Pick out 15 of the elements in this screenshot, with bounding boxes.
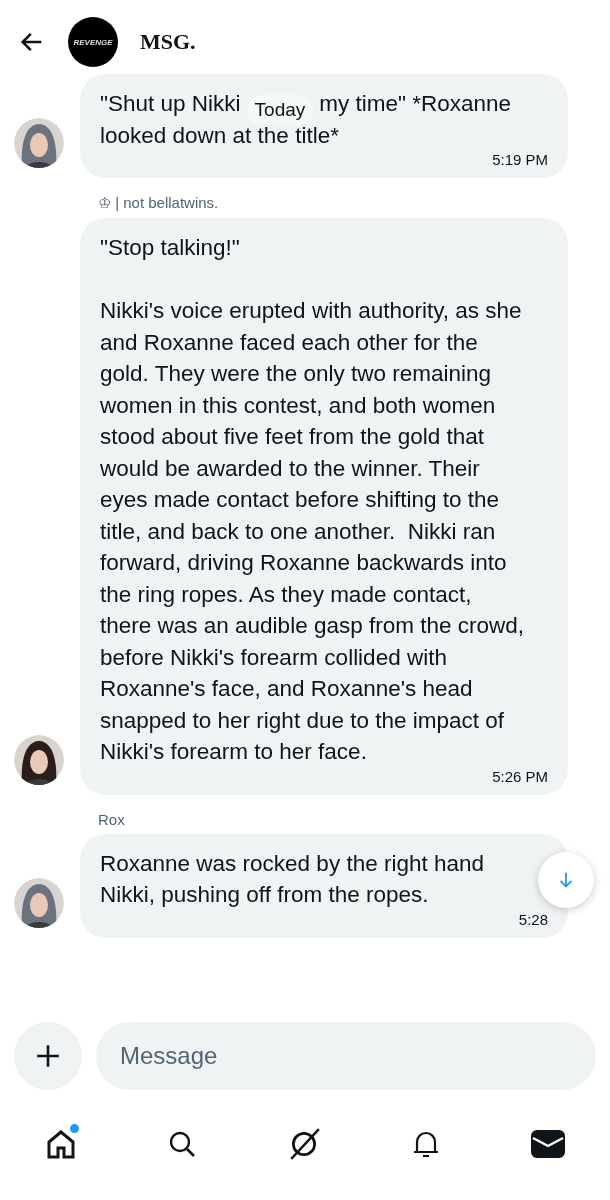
mail-icon[interactable]: [531, 1129, 566, 1159]
message-time: 5:26 PM: [492, 767, 548, 785]
sender-name: Rox: [98, 810, 126, 828]
group-logo: REVENGE: [68, 17, 118, 67]
message-text: "Stop talking!" Nikki's voice erupted with authority, as she and Roxanne faced each other for the gold. They were the only two remaining women in this contest, and both women stood about five feet from the gold that would be awarded to the winner. Their eyes made contact before shifting to the title, and back to one another. Nikki ran forward, driving Roxanne backwards into the ring ropes. As they made contact, there was an audible gasp from the crowd, before Nikki's forearm collided with Roxanne's face, and Roxanne's head snapped to her right due to the impact of Nikki's forearm to her face.: [100, 234, 525, 766]
sender-name: ♔ | not bellatwins.: [98, 194, 220, 212]
message-text: my time" *Roxanne: [319, 90, 512, 118]
message-time: 5:28: [518, 910, 548, 928]
message-field[interactable]: Message: [96, 1022, 596, 1090]
date-divider: Today: [246, 94, 314, 125]
message-text: "Shut up Nikki: [100, 90, 241, 118]
message-time: 5:19 PM: [492, 151, 548, 168]
plus-icon: [35, 1043, 61, 1069]
chat-title: MSG.: [140, 29, 196, 55]
message-text: Roxanne was rocked by the right hand Nikki, pushing off from the ropes.: [100, 849, 485, 909]
